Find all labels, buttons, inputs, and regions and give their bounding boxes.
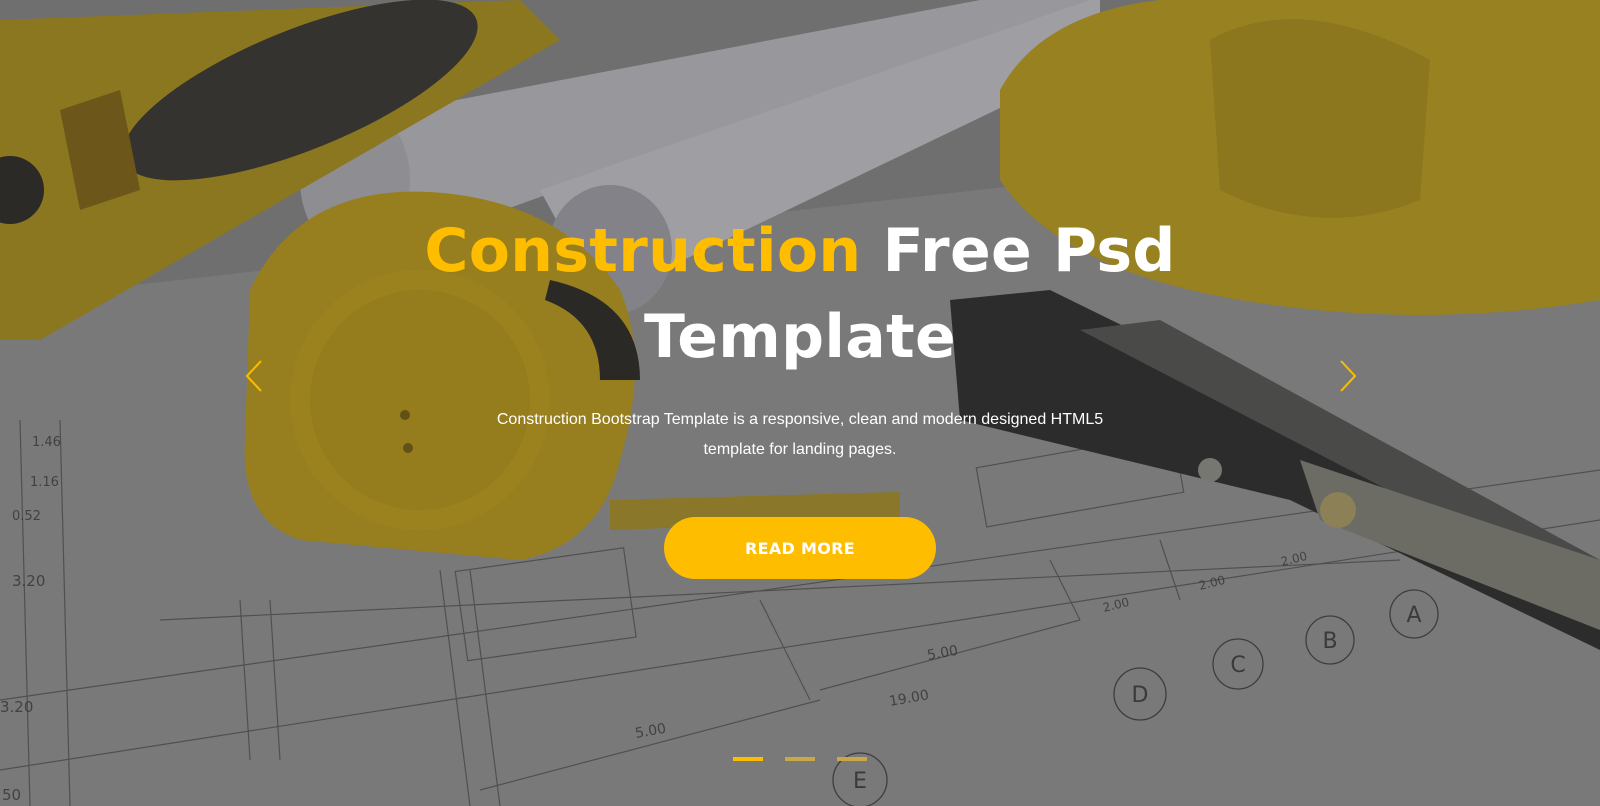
headline-line-2: Template [644,302,956,372]
chevron-right-icon [1340,360,1357,392]
carousel-indicators [733,757,867,761]
carousel-next-button[interactable] [1328,356,1368,396]
chevron-left-icon [245,360,262,392]
hero-description: Construction Bootstrap Template is a res… [496,411,1104,458]
carousel-indicator-1[interactable] [733,757,763,761]
carousel-prev-button[interactable] [234,356,274,396]
hero-slider: 1.46 1.16 0.52 3.20 3.20 50 5.00 19.00 5… [0,0,1600,806]
dark-overlay [0,0,1600,806]
headline-rest: Free Psd [861,216,1176,286]
headline-accent: Construction [424,216,862,286]
carousel-indicator-2[interactable] [785,757,815,761]
carousel-indicator-3[interactable] [837,757,867,761]
read-more-button[interactable]: READ MORE [664,517,936,579]
hero-headline: Construction Free Psd Template [0,208,1600,380]
